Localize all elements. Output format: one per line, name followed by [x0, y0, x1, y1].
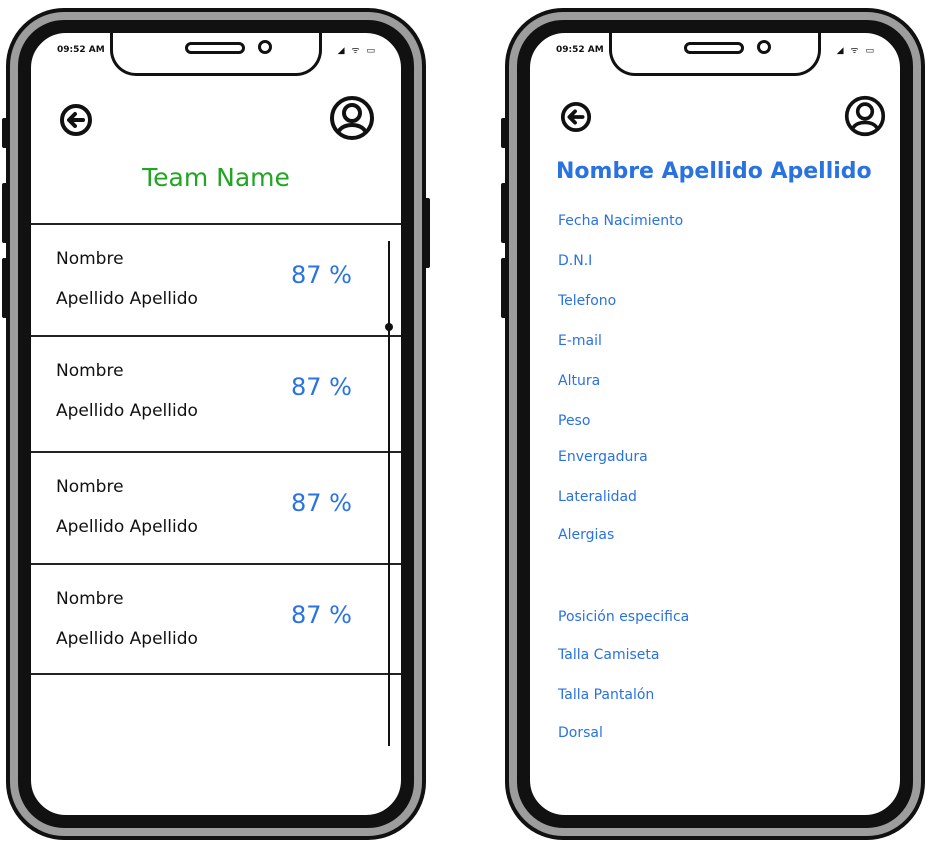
back-button[interactable] [59, 103, 93, 141]
field-jersey-number: Dorsal [558, 725, 603, 741]
team-name: Team Name [142, 163, 290, 192]
speaker [185, 42, 245, 54]
player-percentage: 87 % [291, 489, 352, 517]
player-full-name: Nombre Apellido Apellido [556, 159, 872, 184]
player-first-name: Nombre [56, 249, 124, 269]
phone-notch [110, 33, 322, 76]
field-allergies: Alergias [558, 527, 615, 543]
player-last-name: Apellido Apellido [56, 289, 198, 309]
phone-mockup-player-detail: 09:52 AM ◢ ᯤ ▭ Nombre Apellido Apellido … [501, 8, 925, 840]
profile-button[interactable] [844, 95, 886, 141]
field-weight: Peso [558, 413, 591, 429]
phone-notch [609, 33, 821, 76]
field-pants-size: Talla Pantalón [558, 687, 655, 703]
camera [757, 40, 771, 54]
signal-wifi-battery-icon: ◢ ᯤ ▭ [337, 46, 377, 56]
speaker [684, 42, 744, 54]
player-list: Nombre Apellido Apellido 87 % Nombre Ape… [31, 223, 401, 675]
status-time: 09:52 AM [556, 45, 604, 55]
player-first-name: Nombre [56, 477, 124, 497]
player-percentage: 87 % [291, 261, 352, 289]
phone-screen: 09:52 AM ◢ ᯤ ▭ Nombre Apellido Apellido … [527, 30, 903, 818]
player-last-name: Apellido Apellido [56, 517, 198, 537]
field-email: E-mail [558, 333, 602, 349]
phone-screen: 09:52 AM ◢ ᯤ ▭ Team Name Nombre Apellido… [28, 30, 404, 818]
player-last-name: Apellido Apellido [56, 401, 198, 421]
player-percentage: 87 % [291, 373, 352, 401]
profile-button[interactable] [329, 95, 375, 145]
field-phone: Telefono [558, 293, 617, 309]
field-position: Posición especifica [558, 609, 690, 625]
player-last-name: Apellido Apellido [56, 629, 198, 649]
player-row[interactable]: Nombre Apellido Apellido 87 % [31, 451, 401, 563]
field-height: Altura [558, 373, 601, 389]
phone-mockup-team-list: 09:52 AM ◢ ᯤ ▭ Team Name Nombre Apellido… [2, 8, 430, 840]
camera [258, 40, 272, 54]
scrollbar-track[interactable] [388, 241, 390, 746]
user-avatar-icon [844, 95, 886, 137]
back-arrow-icon [60, 104, 92, 136]
signal-wifi-battery-icon: ◢ ᯤ ▭ [836, 46, 876, 56]
player-row[interactable]: Nombre Apellido Apellido 87 % [31, 563, 401, 675]
status-time: 09:52 AM [57, 45, 105, 55]
player-first-name: Nombre [56, 589, 124, 609]
player-row[interactable]: Nombre Apellido Apellido 87 % [31, 335, 401, 451]
scrollbar-thumb[interactable] [385, 323, 393, 331]
player-first-name: Nombre [56, 361, 124, 381]
field-birth-date: Fecha Nacimiento [558, 213, 684, 229]
player-percentage: 87 % [291, 601, 352, 629]
field-laterality: Lateralidad [558, 489, 637, 505]
user-avatar-icon [330, 96, 374, 140]
field-shirt-size: Talla Camiseta [558, 647, 660, 663]
player-row[interactable]: Nombre Apellido Apellido 87 % [31, 223, 401, 335]
field-wingspan: Envergadura [558, 449, 648, 465]
field-dni: D.N.I [558, 253, 593, 269]
back-button[interactable] [560, 101, 592, 137]
back-arrow-icon [560, 101, 592, 133]
